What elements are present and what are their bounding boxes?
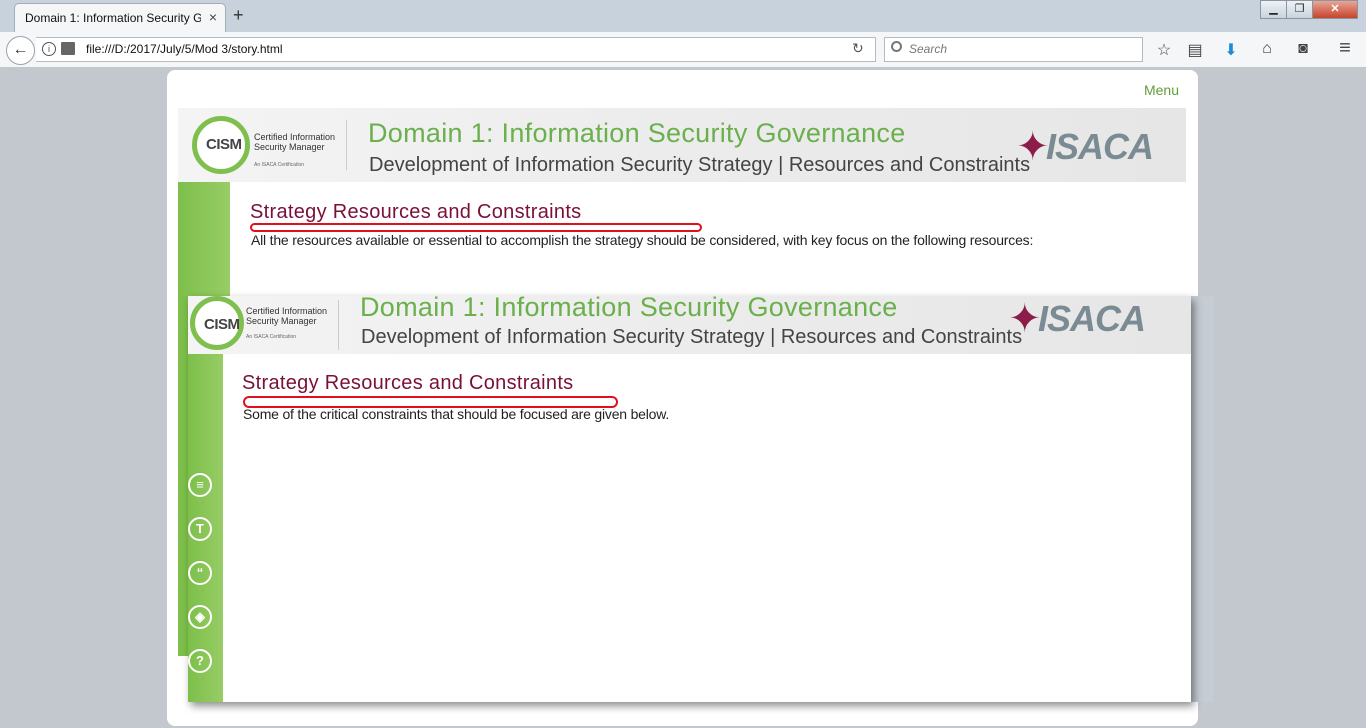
download-icon[interactable]: ⬇ xyxy=(1221,40,1241,60)
isaca-star-icon: ✦ xyxy=(1016,125,1050,169)
hamburger-menu-icon[interactable]: ≡ xyxy=(1335,37,1355,60)
reading-list-icon[interactable]: ▤ xyxy=(1185,40,1205,60)
isaca-logo: ISACA xyxy=(1046,126,1154,167)
info-icon[interactable]: i xyxy=(42,42,56,56)
cism-tagline: An ISACA Certification xyxy=(254,162,305,168)
tab-title: Domain 1: Information Security G xyxy=(25,11,201,25)
new-tab-button[interactable]: + xyxy=(233,5,244,26)
url-bar[interactable]: file:///D:/2017/July/5/Mod 3/story.html xyxy=(36,37,876,62)
restore-button[interactable]: ❐ xyxy=(1286,0,1313,19)
slide-banner: CISM Certified Information Security Mana… xyxy=(178,108,1186,182)
cism-subtitle-line2: Security Manager xyxy=(246,316,317,326)
bookmark-star-icon[interactable]: ☆ xyxy=(1154,40,1174,60)
highlight-annotation xyxy=(250,223,702,232)
cism-subtitle-line1: Certified Information xyxy=(246,306,328,316)
help-icon[interactable]: ? xyxy=(188,649,212,673)
slide-title: Domain 1: Information Security Governanc… xyxy=(368,118,906,148)
resources-icon[interactable]: ◈ xyxy=(188,605,212,629)
tab-bar: Domain 1: Information Security G × + ▁ ❐… xyxy=(0,0,1366,32)
slide-background: CISM Certified Information Security Mana… xyxy=(178,108,1186,296)
slide-body-text: All the resources available or essential… xyxy=(251,232,1034,248)
cism-logo: CISM xyxy=(190,296,244,350)
cism-logo-text: CISM xyxy=(204,316,240,333)
reload-icon[interactable]: ↻ xyxy=(852,40,864,57)
menu-link[interactable]: Menu xyxy=(1144,82,1179,98)
quote-icon[interactable]: “ xyxy=(188,561,212,585)
close-tab-icon[interactable]: × xyxy=(209,9,217,25)
slide-subtitle: Development of Information Security Stra… xyxy=(361,326,1023,348)
cism-subtitle-line2: Security Manager xyxy=(254,142,325,152)
close-window-button[interactable]: ✕ xyxy=(1312,0,1358,19)
browser-tab[interactable]: Domain 1: Information Security G × xyxy=(14,3,226,32)
cism-logo: CISM xyxy=(192,116,250,174)
back-button[interactable]: ← xyxy=(6,36,35,65)
slide-heading: Strategy Resources and Constraints xyxy=(242,372,574,394)
slide-body-text: Some of the critical constraints that sh… xyxy=(243,406,670,422)
page-icon xyxy=(61,42,75,55)
search-icon xyxy=(891,41,902,52)
home-icon[interactable]: ⌂ xyxy=(1257,40,1277,58)
slide-scroll-gutter xyxy=(1190,296,1214,702)
slide-side-bar xyxy=(178,182,230,296)
slide-foreground: CISM Certified Information Security Mana… xyxy=(188,292,1191,702)
notes-icon[interactable]: ≡ xyxy=(188,473,212,497)
isaca-star-icon: ✦ xyxy=(1008,297,1042,341)
slide-banner: CISM Certified Information Security Mana… xyxy=(188,292,1191,354)
slide-subtitle: Development of Information Security Stra… xyxy=(369,154,1031,176)
search-input[interactable]: Search xyxy=(884,37,1143,62)
navigation-toolbar: ← file:///D:/2017/July/5/Mod 3/story.htm… xyxy=(0,32,1366,68)
banner-divider xyxy=(338,300,339,350)
cism-subtitle-line1: Certified Information xyxy=(254,132,336,142)
cism-subtitle: Certified Information Security Manager xyxy=(254,132,335,152)
cism-logo-text: CISM xyxy=(206,136,242,153)
banner-divider xyxy=(346,120,347,170)
pocket-icon[interactable]: ◙ xyxy=(1293,40,1313,58)
minimize-button[interactable]: ▁ xyxy=(1260,0,1287,19)
slide-title: Domain 1: Information Security Governanc… xyxy=(360,292,898,322)
sidebar-edge xyxy=(178,296,188,656)
cism-subtitle: Certified Information Security Manager xyxy=(246,306,327,326)
slide-heading: Strategy Resources and Constraints xyxy=(250,201,582,223)
window-controls: ▁ ❐ ✕ xyxy=(1260,0,1358,19)
transcript-icon[interactable]: T xyxy=(188,517,212,541)
isaca-logo: ISACA xyxy=(1038,298,1146,339)
cism-tagline: An ISACA Certification xyxy=(246,334,297,340)
